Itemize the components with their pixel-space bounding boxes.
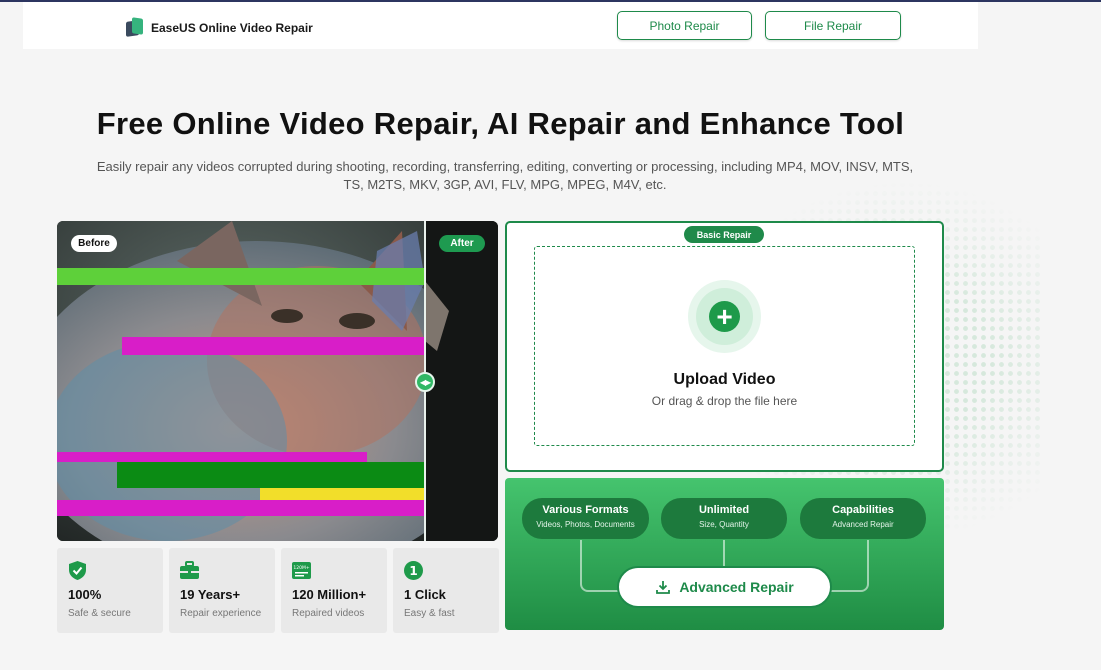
stat-safe: 100% Safe & secure	[57, 548, 163, 633]
basic-repair-badge: Basic Repair	[684, 226, 764, 243]
upload-title: Upload Video	[673, 371, 776, 388]
feature-sub: Videos, Photos, Documents	[536, 520, 635, 529]
file-repair-button[interactable]: File Repair	[765, 11, 901, 40]
easeus-logo-icon	[124, 17, 144, 38]
stat-value: 1 Click	[404, 587, 446, 602]
feature-title: Various Formats	[542, 504, 629, 516]
stat-value: 120 Million+	[292, 587, 367, 602]
stat-click: 1 1 Click Easy & fast	[393, 548, 499, 633]
feature-sub: Size, Quantity	[699, 520, 749, 529]
feature-various-formats: Various Formats Videos, Photos, Document…	[522, 498, 649, 539]
shield-check-icon	[69, 561, 86, 580]
page-title: Free Online Video Repair, AI Repair and …	[96, 106, 905, 141]
feature-title: Capabilities	[832, 504, 894, 516]
download-icon	[656, 581, 671, 594]
before-after-preview[interactable]: Before After ◀▶	[57, 221, 498, 541]
feature-capabilities: Capabilities Advanced Repair	[800, 498, 926, 539]
stat-years: 19 Years+ Repair experience	[169, 548, 275, 633]
brand-name: EaseUS Online Video Repair	[151, 21, 313, 35]
add-file-icon[interactable]: +	[709, 301, 740, 332]
video-count-icon: 120M+	[292, 562, 311, 579]
stat-videos: 120M+ 120 Million+ Repaired videos	[281, 548, 387, 633]
photo-repair-button[interactable]: Photo Repair	[617, 11, 752, 40]
stat-label: Repaired videos	[292, 608, 365, 619]
advanced-repair-button[interactable]: Advanced Repair	[617, 566, 832, 608]
stat-label: Safe & secure	[68, 608, 131, 619]
stat-label: Easy & fast	[404, 608, 455, 619]
stat-value: 19 Years+	[180, 587, 241, 602]
stat-label: Repair experience	[180, 608, 262, 619]
feature-title: Unlimited	[698, 504, 750, 516]
connector-line	[580, 540, 620, 592]
before-label: Before	[71, 235, 117, 252]
feature-sub: Advanced Repair	[832, 520, 894, 529]
after-label: After	[439, 235, 485, 252]
svg-text:120M+: 120M+	[293, 565, 309, 571]
comparison-slider-handle[interactable]: ◀▶	[415, 372, 435, 392]
number-one-icon: 1	[404, 561, 423, 580]
advanced-repair-label: Advanced Repair	[679, 579, 794, 595]
connector-line	[829, 540, 869, 592]
toolbox-icon	[180, 561, 199, 579]
stat-value: 100%	[68, 587, 102, 602]
svg-text:1: 1	[409, 564, 417, 578]
connector-line	[723, 540, 725, 566]
brand[interactable]: EaseUS Online Video Repair	[124, 17, 313, 38]
upload-subtitle: Or drag & drop the file here	[651, 394, 798, 408]
feature-unlimited: Unlimited Size, Quantity	[661, 498, 787, 539]
